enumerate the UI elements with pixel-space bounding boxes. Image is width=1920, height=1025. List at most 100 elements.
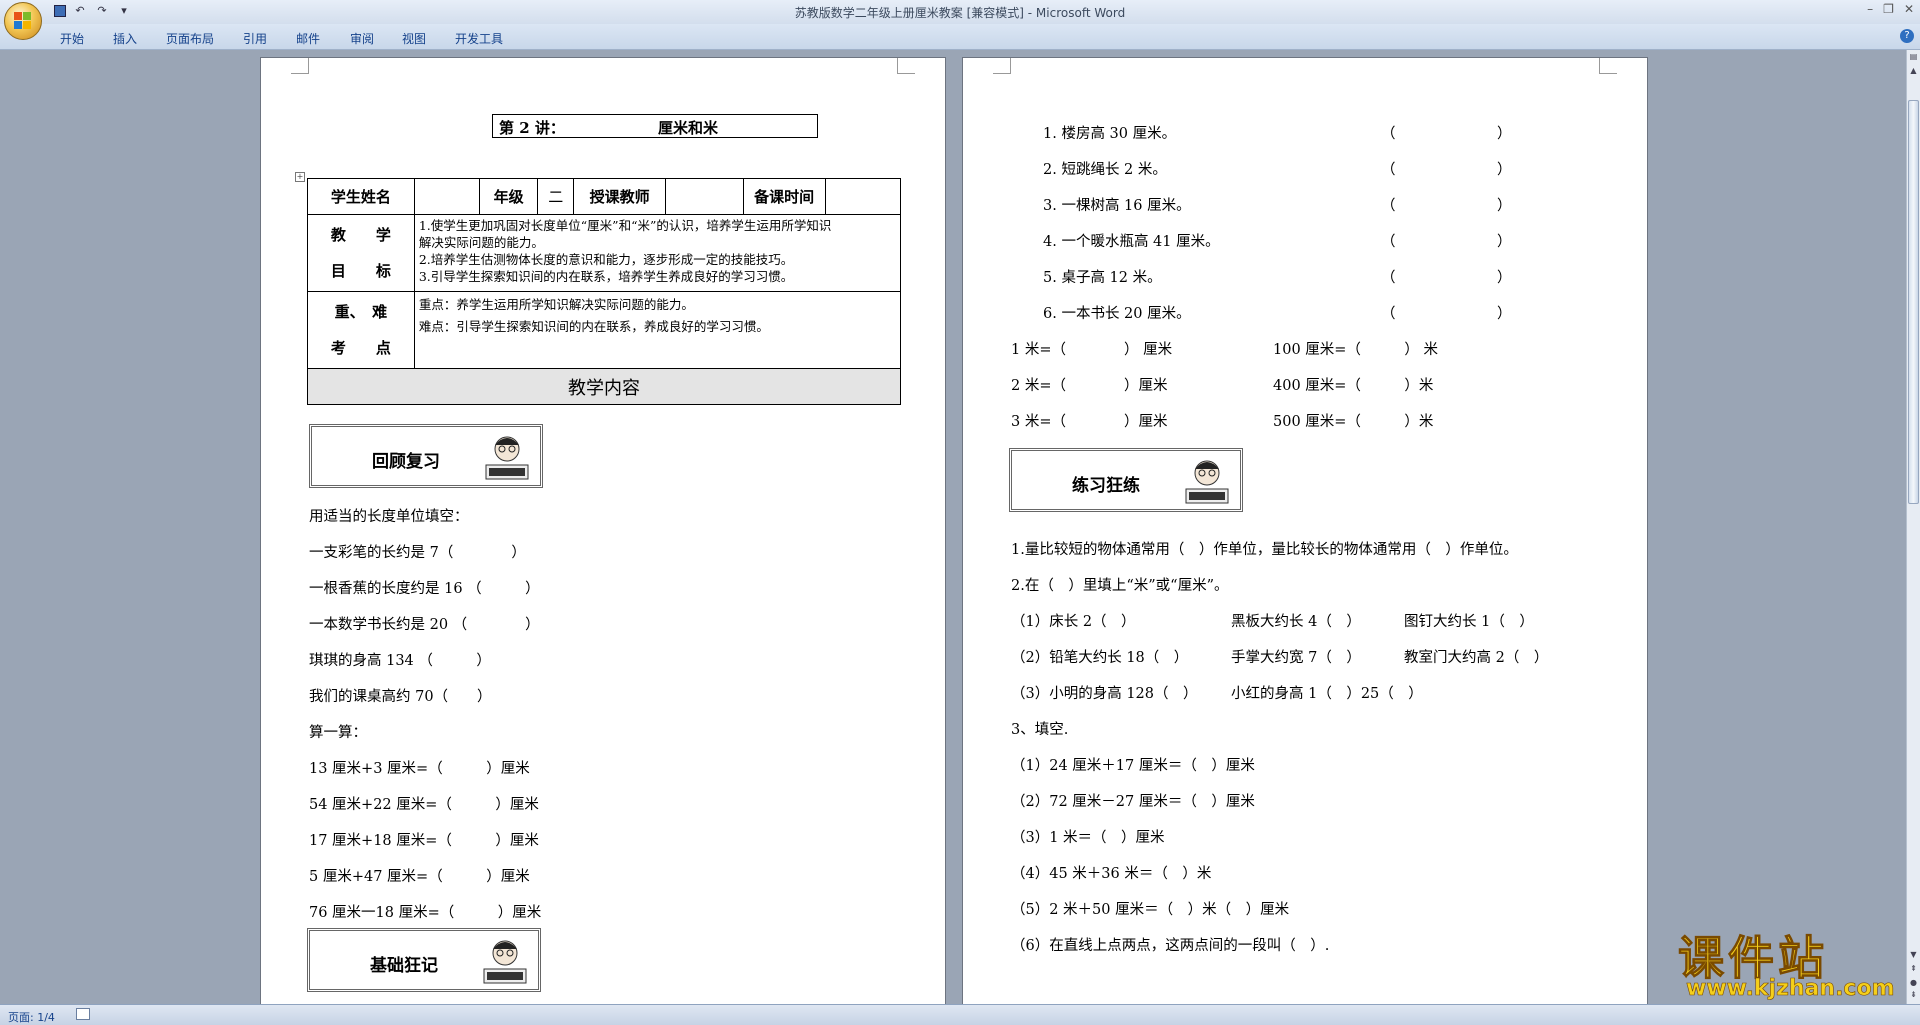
practice-q2-row2-b: 手掌大约宽 7（ ）: [1231, 650, 1361, 666]
prep-time-label: 备课时间: [742, 178, 826, 215]
fill-item-5: 我们的课桌高约 70（ ）: [309, 689, 492, 705]
practice-section-banner: 练习狂练: [1009, 448, 1243, 512]
student-name-cell[interactable]: [413, 178, 480, 215]
restore-icon[interactable]: ❐: [1883, 2, 1894, 16]
ruler-toggle-icon[interactable]: ▤: [1908, 52, 1919, 64]
practice-q3-item-2: （2）72 厘米－27 厘米＝（ ）厘米: [1011, 794, 1255, 810]
teacher-cell[interactable]: [665, 178, 744, 215]
fill-intro: 用适当的长度单位填空：: [309, 509, 469, 525]
key-points-content: 重点：养学生运用所学知识解决实际问题的能力。 难点：引导学生探索知识间的内在联系…: [413, 291, 902, 369]
help-icon[interactable]: ?: [1900, 29, 1914, 43]
conv-right-1: 100 厘米=（ ） 米: [1273, 342, 1439, 358]
fill-item-3: 一本数学书长约是 20 （ ）: [309, 617, 540, 633]
document-page-2[interactable]: 1. 楼房高 30 厘米。 （ ） 2. 短跳绳长 2 米。 （ ） 3. 一棵…: [962, 57, 1648, 1004]
judge-item-5: 5. 桌子高 12 米。: [1043, 270, 1162, 286]
tab-home[interactable]: 开始: [60, 30, 84, 47]
proofing-icon[interactable]: [76, 1008, 90, 1020]
judge-item-6: 6. 一本书长 20 厘米。: [1043, 306, 1191, 322]
judge-answer-5: （ ）: [1381, 270, 1512, 286]
calc-intro: 算一算：: [309, 725, 367, 741]
grade-value: 二: [537, 178, 575, 215]
crop-mark: [1599, 58, 1617, 74]
goals-content: 1.使学生更加巩固对长度单位“厘米”和“米”的认识，培养学生运用所学知识 解决实…: [413, 214, 902, 292]
judge-item-1: 1. 楼房高 30 厘米。: [1043, 126, 1177, 142]
conv-left-1: 1 米=（ ） 厘米: [1011, 342, 1173, 358]
window-controls: – ❐ ✕: [1867, 2, 1914, 16]
calc-item-3: 17 厘米+18 厘米=（ ）厘米: [309, 833, 539, 849]
vertical-scrollbar[interactable]: ▤ ▲ ▼ ⇞ ● ⇟: [1906, 50, 1920, 1004]
office-button[interactable]: [4, 2, 42, 40]
tab-mailings[interactable]: 邮件: [296, 30, 320, 47]
document-page-1[interactable]: 第 2 讲： 厘米和米 + 学生姓名 年级 二 授课教师 备课时间 教 学 目 …: [260, 57, 946, 1004]
lesson-title-right: 厘米和米: [658, 119, 719, 137]
teacher-mascot-icon: [483, 940, 527, 984]
site-watermark: 课件站 www.kjzhan.com: [1664, 922, 1909, 1002]
teacher-label: 授课教师: [573, 178, 667, 215]
practice-q2-row3-a: （3）小明的身高 128（ ）: [1011, 686, 1198, 702]
judge-answer-2: （ ）: [1381, 162, 1512, 178]
crop-mark: [897, 58, 915, 74]
goals-label: 教 学 目 标: [307, 214, 415, 292]
practice-q3-item-3: （3）1 米＝（ ）厘米: [1011, 830, 1165, 846]
close-icon[interactable]: ✕: [1904, 2, 1914, 16]
goal-3: 3.引导学生探索知识间的内在联系，培养学生养成良好的学习习惯。: [418, 269, 794, 284]
fill-item-4: 琪琪的身高 134 （ ）: [309, 653, 491, 669]
fill-item-2: 一根香蕉的长度约是 16 （ ）: [309, 581, 540, 597]
prep-time-cell[interactable]: [824, 178, 901, 215]
next-page-icon[interactable]: ⇟: [1908, 990, 1919, 1002]
calc-item-1: 13 厘米+3 厘米=（ ）厘米: [309, 761, 530, 777]
key-point-2: 难点：引导学生探索知识间的内在联系，养成良好的学习习惯。: [418, 319, 769, 334]
judge-answer-4: （ ）: [1381, 234, 1512, 250]
basic-section-title: 基础狂记: [370, 956, 438, 976]
practice-q2-row1-b: 黑板大约长 4（ ）: [1231, 614, 1361, 630]
watermark-url: www.kjzhan.com: [1686, 976, 1895, 1002]
tab-view[interactable]: 视图: [402, 30, 426, 47]
tab-review[interactable]: 审阅: [350, 30, 374, 47]
minimize-icon[interactable]: –: [1867, 2, 1873, 16]
document-workspace: 第 2 讲： 厘米和米 + 学生姓名 年级 二 授课教师 备课时间 教 学 目 …: [0, 50, 1906, 1004]
office-logo-icon: [14, 12, 32, 30]
teacher-mascot-icon: [485, 436, 529, 480]
judge-answer-6: （ ）: [1381, 306, 1512, 322]
window-title: 苏教版数学二年级上册厘米教案 [兼容模式] - Microsoft Word: [794, 6, 1126, 20]
judge-item-2: 2. 短跳绳长 2 米。: [1043, 162, 1167, 178]
page-indicator[interactable]: 页面: 1/4: [8, 1009, 55, 1025]
scroll-up-icon[interactable]: ▲: [1908, 66, 1919, 78]
goals-label-line1: 教 学: [330, 226, 391, 244]
table-move-handle-icon[interactable]: +: [295, 172, 305, 182]
tab-references[interactable]: 引用: [243, 30, 267, 47]
practice-q3-item-6: （6）在直线上点两点，这两点间的一段叫（ ）.: [1011, 938, 1330, 954]
scrollbar-thumb[interactable]: [1908, 100, 1919, 504]
calc-item-5: 76 厘米一18 厘米=（ ）厘米: [309, 905, 542, 921]
scroll-down-icon[interactable]: ▼: [1908, 950, 1919, 962]
prev-page-icon[interactable]: ⇞: [1908, 964, 1919, 976]
practice-section-title: 练习狂练: [1072, 476, 1140, 496]
tab-page-layout[interactable]: 页面布局: [166, 30, 214, 47]
status-bar: 页面: 1/4: [0, 1004, 1920, 1025]
practice-q1: 1.量比较短的物体通常用（ ）作单位，量比较长的物体通常用（ ）作单位。: [1011, 542, 1518, 558]
grade-label: 年级: [478, 178, 539, 215]
tab-developer[interactable]: 开发工具: [455, 30, 503, 47]
fill-item-1: 一支彩笔的长约是 7（ ）: [309, 545, 526, 561]
judge-item-4: 4. 一个暖水瓶高 41 厘米。: [1043, 234, 1220, 250]
practice-q2-row2-a: （2）铅笔大约长 18（ ）: [1011, 650, 1189, 666]
basic-section-banner: 基础狂记: [307, 928, 541, 992]
select-browse-object-icon[interactable]: ●: [1908, 978, 1919, 990]
calc-item-4: 5 厘米+47 厘米=（ ）厘米: [309, 869, 530, 885]
key-label-line2: 考 点: [330, 339, 391, 357]
tab-insert[interactable]: 插入: [113, 30, 137, 47]
practice-q2-row3-b: 小红的身高 1（ ）25（ ）: [1231, 686, 1423, 702]
crop-mark: [993, 58, 1011, 74]
conv-right-3: 500 厘米=（ ）米: [1273, 414, 1434, 430]
practice-q2-row1-a: （1）床长 2（ ）: [1011, 614, 1136, 630]
lesson-title-box: 第 2 讲： 厘米和米: [492, 114, 818, 138]
practice-q2: 2.在（ ）里填上“米”或“厘米”。: [1011, 578, 1229, 594]
conv-left-2: 2 米=（ ）厘米: [1011, 378, 1168, 394]
lesson-title-left: 第 2 讲：: [499, 119, 565, 137]
key-points-label: 重、 难 考 点: [307, 291, 415, 369]
title-bar: ↶ ↷ ▾ 苏教版数学二年级上册厘米教案 [兼容模式] - Microsoft …: [0, 0, 1920, 24]
key-label-line1: 重、 难: [334, 303, 388, 321]
review-section-title: 回顾复习: [372, 452, 440, 472]
conv-left-3: 3 米=（ ）厘米: [1011, 414, 1168, 430]
crop-mark: [291, 58, 309, 74]
